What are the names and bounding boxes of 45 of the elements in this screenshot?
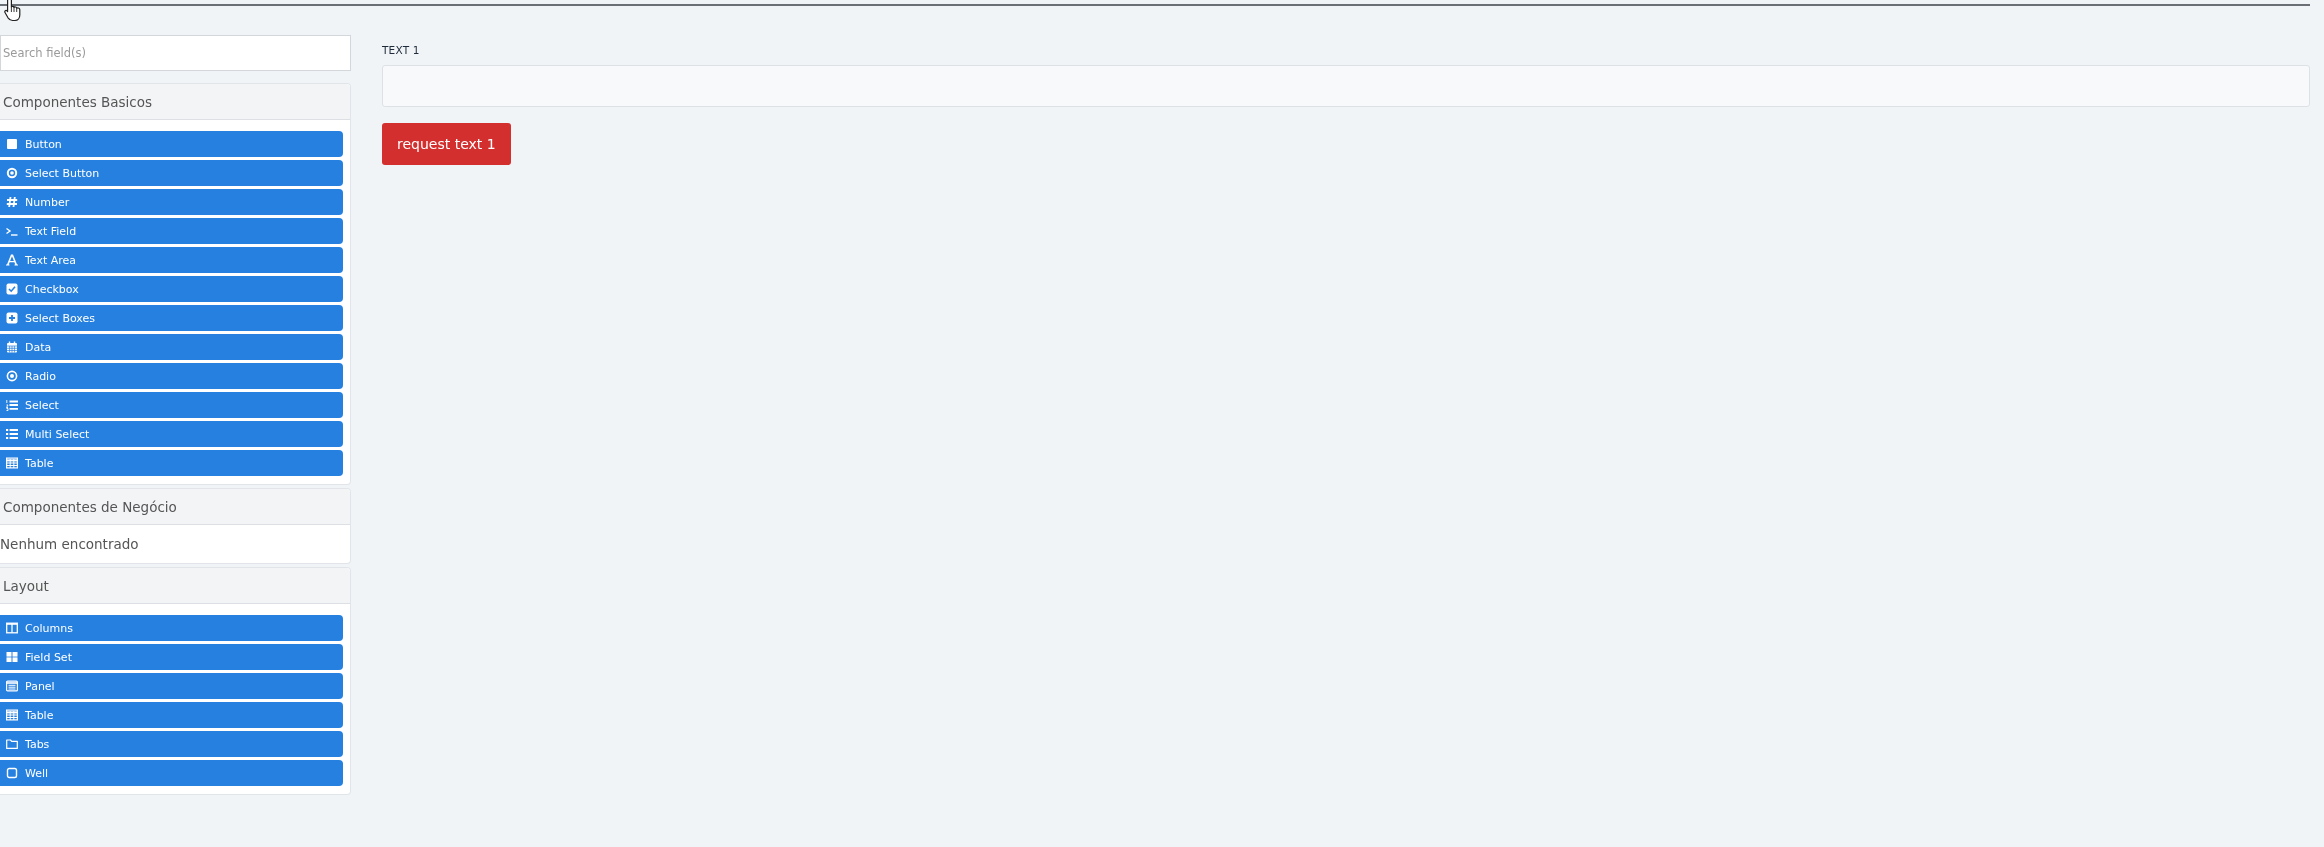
component-item[interactable]: Select Button xyxy=(0,160,343,186)
component-item[interactable]: Data xyxy=(0,334,343,360)
component-item[interactable]: Number xyxy=(0,189,343,215)
component-item[interactable]: Text Field xyxy=(0,218,343,244)
calendar-icon xyxy=(6,341,18,353)
component-item[interactable]: Panel xyxy=(0,673,343,699)
text-input[interactable] xyxy=(382,65,2310,107)
component-item[interactable]: Columns xyxy=(0,615,343,641)
plus-square-icon xyxy=(6,312,18,324)
component-item[interactable]: Select xyxy=(0,392,343,418)
component-item[interactable]: Table xyxy=(0,450,343,476)
request-button[interactable]: request text 1 xyxy=(382,123,511,165)
search-field[interactable]: Search field(s) xyxy=(0,35,351,71)
component-item[interactable]: Button xyxy=(0,131,343,157)
terminal-icon xyxy=(6,225,18,237)
component-item[interactable]: Table xyxy=(0,702,343,728)
table-icon xyxy=(6,457,18,469)
field-label: TEXT 1 xyxy=(382,44,420,56)
hashtag-icon xyxy=(6,196,18,208)
columns-icon xyxy=(6,622,18,634)
dot-circle-icon xyxy=(6,167,18,179)
folder-icon xyxy=(6,738,18,750)
square-icon xyxy=(6,138,18,150)
list-box-icon xyxy=(6,680,18,692)
empty-message: Nenhum encontrado xyxy=(0,536,139,552)
component-item[interactable]: Text Area xyxy=(0,247,343,273)
hand-cursor-icon xyxy=(4,0,22,22)
component-item[interactable]: Field Set xyxy=(0,644,343,670)
checkbox-icon xyxy=(6,283,18,295)
dot-circle-icon xyxy=(6,370,18,382)
square-outline-icon xyxy=(6,767,18,779)
component-item[interactable]: Select Boxes xyxy=(0,305,343,331)
grid-squares-icon xyxy=(6,651,18,663)
panel-title: Componentes de Negócio xyxy=(3,498,177,515)
font-icon xyxy=(6,254,18,266)
list-icon xyxy=(6,428,18,440)
panel-title: Layout xyxy=(3,577,49,594)
table-icon xyxy=(6,709,18,721)
component-item[interactable]: Radio xyxy=(0,363,343,389)
component-item[interactable]: Tabs xyxy=(0,731,343,757)
panel-title: Componentes Basicos xyxy=(3,93,153,110)
component-item[interactable]: Well xyxy=(0,760,343,786)
numbered-list-icon xyxy=(6,399,18,411)
component-item[interactable]: Multi Select xyxy=(0,421,343,447)
component-item[interactable]: Checkbox xyxy=(0,276,343,302)
